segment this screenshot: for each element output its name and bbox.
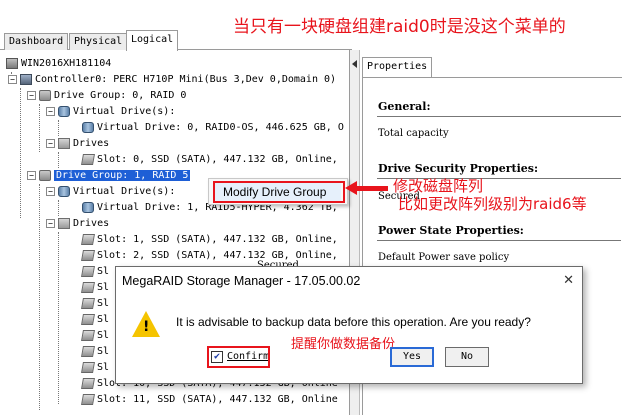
collapse-icon[interactable]: − xyxy=(46,218,55,228)
tree-node-virtual-drive-0[interactable]: Virtual Drive: 0, RAID0-OS, 446.625 GB, … xyxy=(82,120,344,135)
disk-icon xyxy=(81,281,95,293)
tree-node-slot-9[interactable]: Sl xyxy=(81,360,109,375)
annotation-arrow-shaft xyxy=(354,186,388,191)
tree-node-drive-group-0[interactable]: − Drive Group: 0, RAID 0 xyxy=(27,88,186,103)
tree-node-slot-0[interactable]: Slot: 0, SSD (SATA), 447.132 GB, Online, xyxy=(81,152,338,167)
context-menu: Modify Drive Group xyxy=(208,178,348,205)
tree-node-drives-1[interactable]: − Drives xyxy=(46,216,109,231)
dialog-message: It is advisable to backup data before th… xyxy=(176,315,531,329)
yes-button[interactable]: Yes xyxy=(390,347,434,367)
disk-icon xyxy=(81,313,95,325)
drive-group-icon xyxy=(39,89,51,101)
tree-node-slot-4[interactable]: Sl xyxy=(81,280,109,295)
highlight-box xyxy=(213,181,345,203)
tree-node-virtual-drives-0[interactable]: − Virtual Drive(s): xyxy=(46,104,175,119)
disk-icon xyxy=(81,249,95,261)
tree-node-slot-6[interactable]: Sl xyxy=(81,312,109,327)
disk-icon xyxy=(81,377,95,389)
highlight-box xyxy=(207,346,270,368)
collapse-icon[interactable]: − xyxy=(46,106,55,116)
backup-warning-dialog: MegaRAID Storage Manager - 17.05.00.02 ✕… xyxy=(115,266,583,384)
tree-node-slot-3[interactable]: Sl xyxy=(81,264,109,279)
divider xyxy=(377,240,621,241)
default-power-label: Default Power save policy xyxy=(378,252,510,263)
disk-icon xyxy=(81,297,95,309)
collapse-icon[interactable]: − xyxy=(27,170,36,180)
virtual-drives-icon xyxy=(58,105,70,117)
collapse-icon[interactable]: − xyxy=(46,138,55,148)
disk-icon xyxy=(81,329,95,341)
disk-icon xyxy=(81,393,95,405)
disk-icon xyxy=(81,153,95,165)
collapse-left-icon[interactable] xyxy=(352,60,357,68)
dialog-title: MegaRAID Storage Manager - 17.05.00.02 xyxy=(116,267,582,295)
power-heading: Power State Properties: xyxy=(378,224,524,237)
tab-physical[interactable]: Physical xyxy=(69,33,128,50)
security-heading: Drive Security Properties: xyxy=(378,162,539,175)
tree-node-drives-0[interactable]: − Drives xyxy=(46,136,109,151)
modify-annotation-line2: 比如更改阵列级别为raid6等 xyxy=(398,195,587,213)
tab-dashboard[interactable]: Dashboard xyxy=(4,33,69,50)
divider xyxy=(377,116,621,117)
tree-node-drive-group-1[interactable]: − Drive Group: 1, RAID 5 xyxy=(27,168,191,183)
tree-node-slot-2[interactable]: Slot: 2, SSD (SATA), 447.132 GB, Online, xyxy=(81,248,338,263)
view-tabbar: Dashboard Physical Logical xyxy=(0,30,352,51)
collapse-icon[interactable]: − xyxy=(27,90,36,100)
tree-node-server[interactable]: WIN2016XH181104 xyxy=(6,56,111,71)
backup-annotation: 提醒你做数据备份 xyxy=(291,337,396,352)
tree-node-slot-1[interactable]: Slot: 1, SSD (SATA), 447.132 GB, Online, xyxy=(81,232,338,247)
disk-icon xyxy=(81,265,95,277)
virtual-drive-icon xyxy=(82,121,94,133)
drives-icon xyxy=(58,217,70,229)
close-icon[interactable]: ✕ xyxy=(563,273,574,288)
tree-node-virtual-drives-1[interactable]: − Virtual Drive(s): xyxy=(46,184,175,199)
total-capacity-label: Total capacity xyxy=(378,128,449,139)
virtual-drives-icon xyxy=(58,185,70,197)
disk-icon xyxy=(81,345,95,357)
disk-icon xyxy=(81,233,95,245)
controller-icon xyxy=(20,73,32,85)
drives-icon xyxy=(58,137,70,149)
drive-group-icon xyxy=(39,169,51,181)
tree-node-slot-5[interactable]: Sl xyxy=(81,296,109,311)
tab-logical[interactable]: Logical xyxy=(126,30,179,51)
warning-mark: ! xyxy=(143,319,150,335)
tree-node-slot-8[interactable]: Sl xyxy=(81,344,109,359)
tree-node-slot-7[interactable]: Sl xyxy=(81,328,109,343)
disk-icon xyxy=(81,361,95,373)
collapse-icon[interactable]: − xyxy=(46,186,55,196)
no-button[interactable]: No xyxy=(445,347,489,367)
collapse-icon[interactable]: − xyxy=(8,74,17,84)
general-heading: General: xyxy=(378,100,431,113)
virtual-drive-icon xyxy=(82,201,94,213)
tree-node-slot-11[interactable]: Slot: 11, SSD (SATA), 447.132 GB, Online xyxy=(81,392,338,407)
tab-properties[interactable]: Properties xyxy=(362,57,433,77)
server-icon xyxy=(6,57,18,69)
tree-node-controller[interactable]: − Controller0: PERC H710P Mini(Bus 3,Dev … xyxy=(8,72,336,87)
